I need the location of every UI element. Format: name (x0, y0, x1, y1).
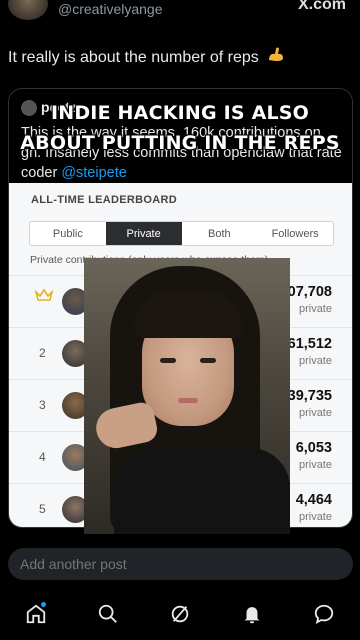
row-rank: 2 (39, 346, 46, 360)
nav-grok[interactable] (160, 594, 200, 634)
row-sub: private (298, 303, 332, 315)
row-sub: private (298, 407, 332, 419)
right-eye-shape (200, 358, 216, 363)
author-avatar[interactable] (8, 0, 48, 20)
tab-followers: Followers (271, 227, 319, 240)
tab-public: Public (52, 227, 83, 240)
x-logo: X.com (297, 0, 346, 13)
nav-notifications[interactable] (232, 594, 272, 634)
row-value: 39,735 (287, 388, 332, 404)
notification-dot (41, 602, 46, 607)
tab-private: Private (105, 222, 182, 245)
row-value: 6,053 (295, 440, 332, 456)
caption-line-2: ABOUT PUTTING IN THE REPS (20, 132, 340, 154)
grok-icon (171, 605, 189, 623)
flexed-biceps-icon (267, 46, 285, 67)
row-rank: 5 (39, 502, 46, 516)
notifications-icon (244, 607, 260, 624)
row-sub: private (298, 511, 332, 523)
row-value: 4,464 (295, 492, 332, 508)
row-sub: private (298, 459, 332, 471)
author-handle[interactable]: @creativelyange (58, 1, 163, 17)
nav-home[interactable] (16, 594, 56, 634)
caption-line-1: INDIE HACKING IS ALSO (50, 102, 310, 124)
crown-icon (35, 288, 53, 301)
shirt-shape (114, 448, 290, 534)
row-rank: 4 (39, 450, 46, 464)
nav-messages[interactable] (304, 594, 344, 634)
tab-both: Both (208, 227, 231, 240)
messages-icon (314, 604, 334, 625)
bangs-shape (134, 290, 242, 338)
bottom-nav (0, 588, 360, 640)
video-overlay[interactable] (84, 258, 290, 534)
video-caption: INDIE HACKING IS ALSO ABOUT PUTTING IN T… (0, 98, 360, 158)
row-sub: private (298, 355, 332, 367)
post-body: It really is about the number of reps (8, 49, 259, 66)
mention-link[interactable]: @steipete (61, 165, 127, 181)
search-icon (98, 604, 117, 623)
leaderboard-title: ALL-TIME LEADERBOARD (31, 194, 177, 206)
row-rank: 3 (39, 398, 46, 412)
reply-input[interactable] (8, 548, 353, 580)
post-header: @creativelyange X.com (0, 0, 360, 26)
post-text: It really is about the number of reps (8, 46, 285, 67)
lips-shape (178, 398, 198, 403)
nav-search[interactable] (88, 594, 128, 634)
leaderboard-tabs: Public Private Both Followers (29, 221, 334, 246)
left-eye-shape (160, 358, 176, 363)
